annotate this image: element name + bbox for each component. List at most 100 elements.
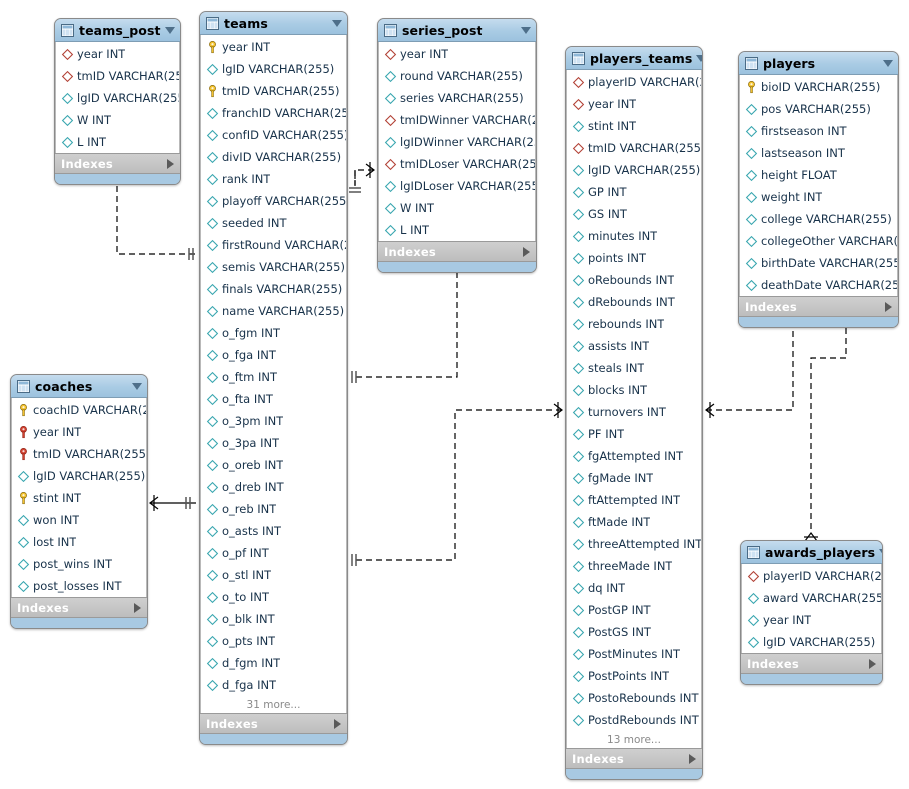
column-row[interactable]: W INT <box>379 197 535 219</box>
collapse-caret-icon[interactable] <box>521 26 531 34</box>
column-row[interactable]: o_stl INT <box>201 564 346 586</box>
column-row[interactable]: tmID VARCHAR(255) <box>201 80 346 102</box>
column-row[interactable]: L INT <box>56 131 179 153</box>
indexes-section-teams[interactable]: Indexes <box>200 713 347 734</box>
column-row[interactable]: coachID VARCHAR(255) <box>12 399 146 421</box>
column-row[interactable]: semis VARCHAR(255) <box>201 256 346 278</box>
column-row[interactable]: o_ftm INT <box>201 366 346 388</box>
table-players[interactable]: players bioID VARCHAR(255) pos VARCHAR(255… <box>738 51 899 328</box>
column-row[interactable]: finals VARCHAR(255) <box>201 278 346 300</box>
column-row[interactable]: steals INT <box>567 357 701 379</box>
column-row[interactable]: o_asts INT <box>201 520 346 542</box>
collapse-caret-icon[interactable] <box>696 54 702 62</box>
column-row[interactable]: year INT <box>201 36 346 58</box>
column-row[interactable]: blocks INT <box>567 379 701 401</box>
column-row[interactable]: o_oreb INT <box>201 454 346 476</box>
column-row[interactable]: dRebounds INT <box>567 291 701 313</box>
column-row[interactable]: post_wins INT <box>12 553 146 575</box>
table-header-coaches[interactable]: coaches <box>11 375 147 398</box>
column-row[interactable]: o_pts INT <box>201 630 346 652</box>
column-row[interactable]: o_reb INT <box>201 498 346 520</box>
column-row[interactable]: PostGP INT <box>567 599 701 621</box>
column-row[interactable]: o_pf INT <box>201 542 346 564</box>
column-row[interactable]: playerID VARCHAR(255) <box>567 71 701 93</box>
column-row[interactable]: stint INT <box>567 115 701 137</box>
column-row[interactable]: franchID VARCHAR(255) <box>201 102 346 124</box>
column-row[interactable]: lost INT <box>12 531 146 553</box>
column-row[interactable]: PostGS INT <box>567 621 701 643</box>
column-row[interactable]: o_3pm INT <box>201 410 346 432</box>
column-row[interactable]: oRebounds INT <box>567 269 701 291</box>
column-row[interactable]: o_fta INT <box>201 388 346 410</box>
table-header-teams_post[interactable]: teams_post <box>55 19 180 42</box>
column-row[interactable]: weight INT <box>740 186 897 208</box>
column-row[interactable]: o_blk INT <box>201 608 346 630</box>
column-row[interactable]: ftMade INT <box>567 511 701 533</box>
column-row[interactable]: year INT <box>742 609 881 631</box>
column-row[interactable]: PostPoints INT <box>567 665 701 687</box>
column-row[interactable]: name VARCHAR(255) <box>201 300 346 322</box>
column-row[interactable]: PF INT <box>567 423 701 445</box>
column-row[interactable]: d_fgm INT <box>201 652 346 674</box>
column-row[interactable]: lastseason INT <box>740 142 897 164</box>
collapse-caret-icon[interactable] <box>332 19 342 27</box>
column-row[interactable]: divID VARCHAR(255) <box>201 146 346 168</box>
er-diagram-canvas[interactable]: teams_postyear INT tmID VARCHAR(255) lgID … <box>0 0 909 789</box>
column-row[interactable]: tmIDWinner VARCHAR(255) <box>379 109 535 131</box>
column-row[interactable]: PostMinutes INT <box>567 643 701 665</box>
column-row[interactable]: firstseason INT <box>740 120 897 142</box>
indexes-section-teams_post[interactable]: Indexes <box>55 153 180 174</box>
column-row[interactable]: o_fgm INT <box>201 322 346 344</box>
table-series_post[interactable]: series_post year INT round VARCHAR(255) ser… <box>377 18 537 273</box>
column-row[interactable]: L INT <box>379 219 535 241</box>
column-row[interactable]: firstRound VARCHAR(255) <box>201 234 346 256</box>
indexes-section-series_post[interactable]: Indexes <box>378 241 536 262</box>
expand-caret-icon[interactable] <box>885 301 892 312</box>
column-row[interactable]: PostdRebounds INT <box>567 709 701 731</box>
column-row[interactable]: rebounds INT <box>567 313 701 335</box>
expand-caret-icon[interactable] <box>523 246 530 257</box>
column-row[interactable]: height FLOAT <box>740 164 897 186</box>
more-columns-label[interactable]: 13 more... <box>567 731 701 748</box>
column-row[interactable]: W INT <box>56 109 179 131</box>
column-row[interactable]: lgIDWinner VARCHAR(255) <box>379 131 535 153</box>
column-row[interactable]: lgID VARCHAR(255) <box>567 159 701 181</box>
column-row[interactable]: stint INT <box>12 487 146 509</box>
expand-caret-icon[interactable] <box>334 718 341 729</box>
column-row[interactable]: GP INT <box>567 181 701 203</box>
table-header-series_post[interactable]: series_post <box>378 19 536 42</box>
column-row[interactable]: tmID VARCHAR(255) <box>567 137 701 159</box>
expand-caret-icon[interactable] <box>689 753 696 764</box>
table-teams_post[interactable]: teams_postyear INT tmID VARCHAR(255) lgID … <box>54 18 181 185</box>
column-row[interactable]: threeMade INT <box>567 555 701 577</box>
collapse-caret-icon[interactable] <box>883 59 893 67</box>
column-row[interactable]: lgIDLoser VARCHAR(255) <box>379 175 535 197</box>
column-row[interactable]: collegeOther VARCHAR(255) <box>740 230 897 252</box>
collapse-caret-icon[interactable] <box>132 382 142 390</box>
column-row[interactable]: round VARCHAR(255) <box>379 65 535 87</box>
column-row[interactable]: college VARCHAR(255) <box>740 208 897 230</box>
column-row[interactable]: tmID VARCHAR(255) <box>12 443 146 465</box>
column-row[interactable]: bioID VARCHAR(255) <box>740 76 897 98</box>
column-row[interactable]: o_to INT <box>201 586 346 608</box>
column-row[interactable]: points INT <box>567 247 701 269</box>
column-row[interactable]: threeAttempted INT <box>567 533 701 555</box>
indexes-section-coaches[interactable]: Indexes <box>11 597 147 618</box>
column-row[interactable]: post_losses INT <box>12 575 146 597</box>
expand-caret-icon[interactable] <box>134 602 141 613</box>
column-row[interactable]: minutes INT <box>567 225 701 247</box>
table-header-teams[interactable]: teams <box>200 12 347 35</box>
column-row[interactable]: GS INT <box>567 203 701 225</box>
column-row[interactable]: year INT <box>12 421 146 443</box>
column-row[interactable]: turnovers INT <box>567 401 701 423</box>
table-awards_players[interactable]: awards_players playerID VARCHAR(255) award… <box>740 540 883 685</box>
table-header-players_teams[interactable]: players_teams <box>566 47 702 70</box>
column-row[interactable]: year INT <box>379 43 535 65</box>
column-row[interactable]: rank INT <box>201 168 346 190</box>
table-players_teams[interactable]: players_teams playerID VARCHAR(255) year I… <box>565 46 703 780</box>
column-row[interactable]: fgMade INT <box>567 467 701 489</box>
column-row[interactable]: award VARCHAR(255) <box>742 587 881 609</box>
column-row[interactable]: lgID VARCHAR(255) <box>742 631 881 653</box>
column-row[interactable]: tmIDLoser VARCHAR(255) <box>379 153 535 175</box>
column-row[interactable]: deathDate VARCHAR(255) <box>740 274 897 296</box>
